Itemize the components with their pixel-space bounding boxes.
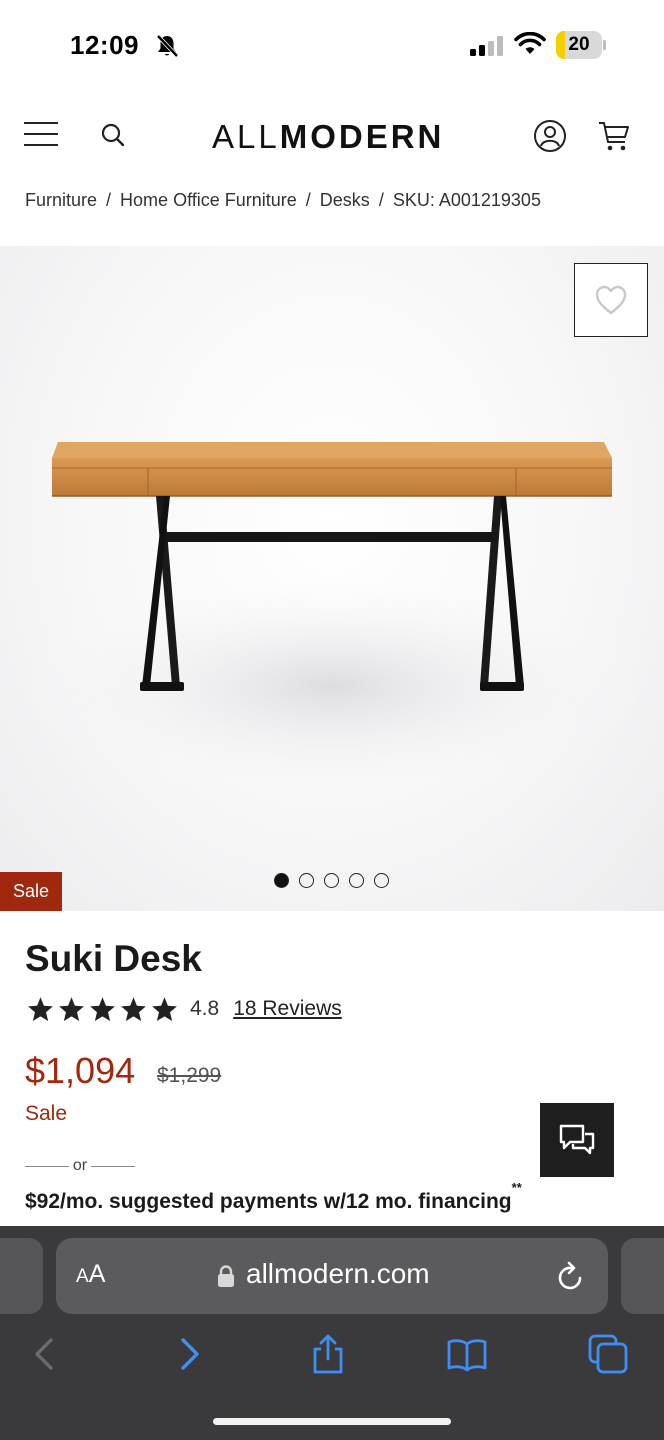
financing-footnote-mark: ** [511, 1180, 522, 1195]
sale-label: Sale [25, 1102, 68, 1125]
gallery-dot-3[interactable] [324, 873, 339, 888]
star-icon [152, 997, 177, 1022]
product-image-gallery[interactable]: Sale [0, 246, 664, 911]
battery-icon: 20 [556, 31, 606, 59]
original-price: $1,299 [157, 1064, 222, 1087]
bell-slash-icon [156, 34, 179, 58]
product-title: Suki Desk [25, 938, 202, 979]
breadcrumb-sku: SKU: A001219305 [392, 190, 541, 210]
next-tab-preview[interactable] [621, 1238, 664, 1314]
home-indicator [213, 1418, 451, 1425]
sale-tag: Sale [0, 872, 62, 911]
cellular-signal-icon [470, 36, 503, 56]
chat-bubbles-icon [559, 1124, 595, 1155]
search-icon[interactable] [98, 120, 130, 152]
account-icon[interactable] [532, 118, 568, 154]
sale-price: $1,094 [25, 1050, 136, 1091]
or-divider: or [25, 1156, 136, 1176]
star-icon [28, 997, 53, 1022]
gallery-dot-2[interactable] [299, 873, 314, 888]
status-bar: 12:09 20 [0, 0, 664, 90]
heart-icon [595, 285, 627, 315]
gallery-dot-4[interactable] [349, 873, 364, 888]
reviews-link[interactable]: 18 Reviews [233, 997, 342, 1021]
rating-stars [27, 996, 178, 1022]
site-header: ALLMODERN [0, 100, 664, 172]
breadcrumb-separator: / [106, 190, 112, 210]
wifi-icon [514, 32, 546, 54]
breadcrumb-home-office-furniture[interactable]: Home Office Furniture [120, 190, 297, 210]
add-to-favorites-button[interactable] [574, 263, 648, 337]
star-icon [90, 997, 115, 1022]
back-icon[interactable] [24, 1332, 68, 1376]
breadcrumb-separator: / [378, 190, 384, 210]
bookmarks-icon[interactable] [445, 1332, 489, 1376]
reader-settings-button[interactable]: AA [76, 1260, 105, 1289]
status-time: 12:09 [70, 30, 139, 60]
site-logo[interactable]: ALLMODERN [212, 118, 444, 156]
logo-part-modern: MODERN [279, 118, 445, 155]
url-domain: allmodern.com [246, 1258, 430, 1289]
gallery-pagination [274, 873, 389, 889]
gallery-dot-1[interactable] [274, 873, 289, 888]
forward-icon[interactable] [166, 1332, 210, 1376]
chat-button[interactable] [540, 1103, 614, 1177]
aa-small: A [76, 1266, 89, 1287]
star-icon [121, 997, 146, 1022]
address-bar[interactable]: AA allmodern.com [56, 1238, 608, 1314]
gallery-dot-5[interactable] [374, 873, 389, 888]
product-rating: 4.8 18 Reviews [27, 994, 342, 1024]
financing-offer: $92/mo. suggested payments w/12 mo. fina… [25, 1180, 522, 1214]
battery-level: 20 [568, 34, 590, 55]
cart-icon[interactable] [596, 118, 632, 154]
product-image-desk [2, 442, 662, 806]
previous-tab-preview[interactable] [0, 1238, 43, 1314]
breadcrumb-furniture[interactable]: Furniture [25, 190, 97, 210]
breadcrumb: Furniture / Home Office Furniture / Desks / SK… [25, 190, 541, 211]
tabs-icon[interactable] [586, 1332, 630, 1376]
breadcrumb-separator: / [305, 190, 311, 210]
rating-score: 4.8 [190, 997, 220, 1020]
star-icon [59, 997, 84, 1022]
aa-large: A [88, 1260, 106, 1288]
hamburger-menu-icon[interactable] [24, 122, 58, 150]
reload-icon[interactable] [556, 1260, 586, 1292]
logo-part-all: ALL [212, 118, 280, 155]
browser-toolbar: AA allmodern.com [0, 1226, 664, 1440]
or-text: or [72, 1157, 88, 1174]
lock-icon [218, 1265, 234, 1287]
breadcrumb-desks[interactable]: Desks [320, 190, 370, 210]
financing-text: $92/mo. suggested payments w/12 mo. fina… [25, 1190, 512, 1213]
share-icon[interactable] [306, 1332, 350, 1376]
